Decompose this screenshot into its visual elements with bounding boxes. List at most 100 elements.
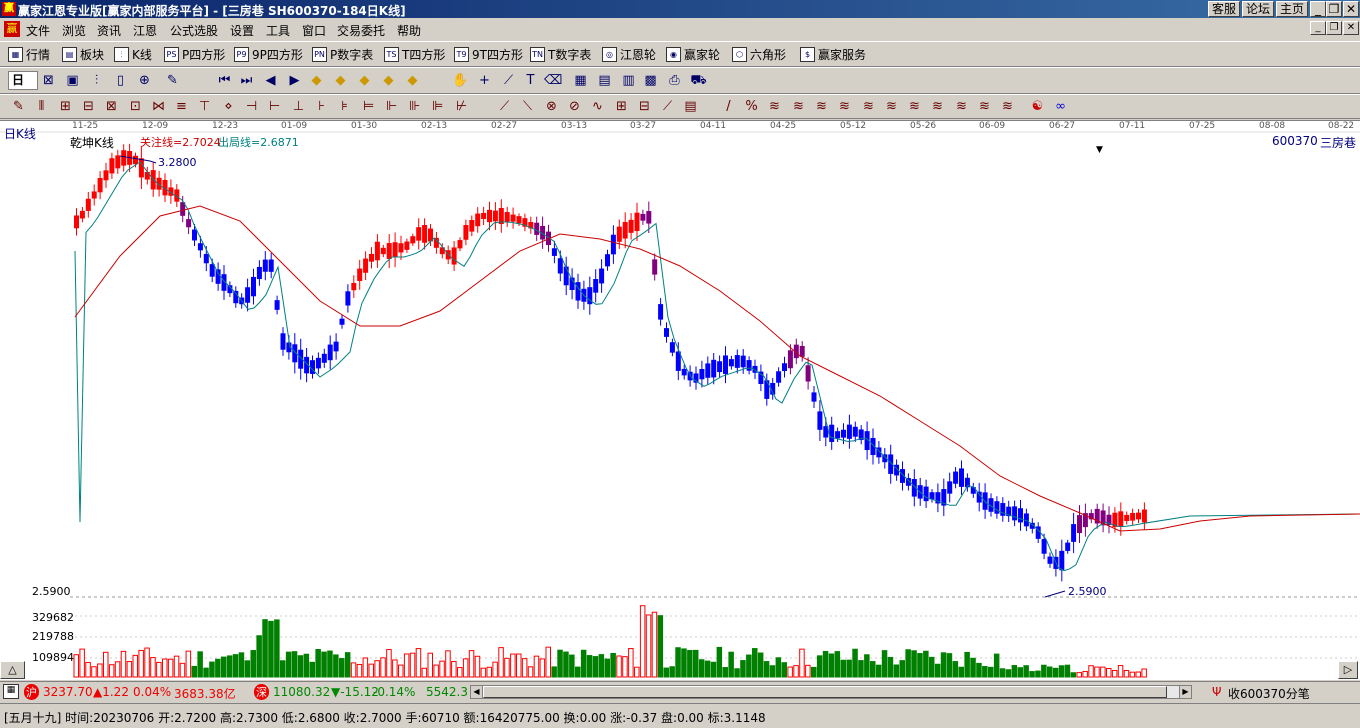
tools9-icon[interactable]: ⊢: [266, 98, 283, 115]
fib7-icon[interactable]: ≋: [906, 98, 923, 115]
menu-file[interactable]: 文件: [26, 22, 50, 39]
fib-icon[interactable]: ≋: [766, 98, 783, 115]
hand-icon[interactable]: ✋: [452, 72, 469, 89]
grid3-icon[interactable]: ⊟: [636, 98, 653, 115]
tools16-icon[interactable]: ⊫: [429, 98, 446, 115]
wave-icon[interactable]: ∿: [589, 98, 606, 115]
toolbar-9p-square-button[interactable]: P9 9P四方形: [234, 46, 303, 63]
tools15-icon[interactable]: ⊪: [406, 98, 423, 115]
mdi-close-icon[interactable]: ✕: [1343, 21, 1359, 35]
box-icon[interactable]: ⊗: [543, 98, 560, 115]
menu-help[interactable]: 帮助: [397, 22, 421, 39]
kline-style-icon[interactable]: ⫶: [88, 72, 105, 89]
tools12-icon[interactable]: ⊧: [336, 98, 353, 115]
tools14-icon[interactable]: ⊩: [383, 98, 400, 115]
diamond5-icon[interactable]: ◆: [404, 72, 421, 89]
toolbar-p-square-button[interactable]: PS P四方形: [164, 46, 225, 63]
fib2-icon[interactable]: ≋: [790, 98, 807, 115]
diamond2-icon[interactable]: ◆: [332, 72, 349, 89]
menu-gann[interactable]: 江恩: [133, 22, 157, 39]
fib4-icon[interactable]: ≋: [836, 98, 853, 115]
next-icon[interactable]: ▶: [286, 72, 303, 89]
tools13-icon[interactable]: ⊨: [360, 98, 377, 115]
eraser-icon[interactable]: ⌫: [544, 72, 562, 89]
menu-trade[interactable]: 交易委托: [337, 22, 385, 39]
sketch-icon[interactable]: ✎: [164, 72, 181, 89]
period-select[interactable]: 日: [8, 71, 38, 90]
infinity-icon[interactable]: ∞: [1052, 98, 1069, 115]
first-icon[interactable]: ⏮: [216, 72, 233, 89]
menu-browse[interactable]: 浏览: [62, 22, 86, 39]
sh-index[interactable]: 3237.70: [43, 685, 93, 699]
toolbar-gann-wheel-button[interactable]: ◎ 江恩轮: [602, 46, 656, 63]
calc-icon[interactable]: ▦: [3, 684, 19, 699]
table-icon[interactable]: ▤: [682, 98, 699, 115]
toolbar-sector-button[interactable]: ▤ 板块: [62, 46, 104, 63]
toolbar-9t-square-button[interactable]: T9 9T四方形: [454, 46, 523, 63]
crosshair-icon[interactable]: ⊕: [136, 72, 153, 89]
prev-icon[interactable]: ◀: [262, 72, 279, 89]
toolbar-hexagon-button[interactable]: ⬡ 六角形: [732, 46, 786, 63]
tools3-icon[interactable]: ⊠: [103, 98, 120, 115]
scroll-left-icon[interactable]: ◀: [471, 686, 483, 698]
tools2-icon[interactable]: ⊟: [80, 98, 97, 115]
menu-settings[interactable]: 设置: [230, 22, 254, 39]
fan-icon[interactable]: ⟋: [496, 98, 513, 115]
fib8-icon[interactable]: ≋: [929, 98, 946, 115]
dropdown-arrow-icon[interactable]: ▼: [1096, 145, 1103, 155]
menu-formula[interactable]: 公式选股: [170, 22, 218, 39]
cross-icon[interactable]: +: [476, 72, 493, 89]
tools17-icon[interactable]: ⊬: [453, 98, 470, 115]
last-icon[interactable]: ⏭: [238, 72, 255, 89]
percent-icon[interactable]: %: [743, 98, 760, 115]
toolbar-t-number-table-button[interactable]: TN T数字表: [530, 46, 591, 63]
plate-icon[interactable]: ▣: [64, 72, 81, 89]
toolbar-winner-wheel-button[interactable]: ◉ 赢家轮: [666, 46, 720, 63]
ticker-scrollbar[interactable]: ◀ ▶: [470, 685, 1192, 699]
diamond3-icon[interactable]: ◆: [356, 72, 373, 89]
tools5-icon[interactable]: ⋈: [150, 98, 167, 115]
toolbar-market-button[interactable]: ▦ 行情: [8, 46, 50, 63]
yinyang-icon[interactable]: ☯: [1029, 98, 1046, 115]
tools6-icon[interactable]: ⊤: [196, 98, 213, 115]
grid2-icon[interactable]: ⊞: [613, 98, 630, 115]
doc-icon[interactable]: 赢: [4, 21, 20, 37]
calendar-icon[interactable]: ▦: [572, 72, 589, 89]
fib9-icon[interactable]: ≋: [953, 98, 970, 115]
sz-index[interactable]: 11080.32: [273, 685, 330, 699]
toolbar-t-square-button[interactable]: TS T四方形: [384, 46, 445, 63]
mdi-minimize-icon[interactable]: _: [1310, 21, 1326, 35]
scroll-thumb[interactable]: [483, 686, 1167, 698]
tick-icon[interactable]: ▯: [112, 72, 129, 89]
zoom-up-icon[interactable]: △: [0, 661, 25, 679]
fib5-icon[interactable]: ≋: [860, 98, 877, 115]
scroll-right-icon[interactable]: ▷: [1338, 661, 1358, 679]
tools11-icon[interactable]: ⊦: [313, 98, 330, 115]
draw-icon[interactable]: ⟋: [500, 72, 517, 89]
diag-icon[interactable]: ⟋: [659, 98, 676, 115]
fib11-icon[interactable]: ≋: [999, 98, 1016, 115]
grid-icon[interactable]: ▥: [620, 72, 637, 89]
mdi-restore-icon[interactable]: ❐: [1326, 21, 1342, 35]
toolbar-p-number-table-button[interactable]: PN P数字表: [312, 46, 373, 63]
close-icon[interactable]: ✕: [1343, 1, 1359, 17]
fib3-icon[interactable]: ≋: [813, 98, 830, 115]
truck-icon[interactable]: ⛟: [690, 72, 707, 89]
tools7-icon[interactable]: ⋄: [220, 98, 237, 115]
calc-icon[interactable]: ▤: [596, 72, 613, 89]
circle-icon[interactable]: ≡: [173, 98, 190, 115]
tools10-icon[interactable]: ⊥: [290, 98, 307, 115]
scroll-right-small-icon[interactable]: ▶: [1179, 686, 1191, 698]
minimize-icon[interactable]: _: [1310, 1, 1326, 17]
line-icon[interactable]: ⊘: [566, 98, 583, 115]
home-button[interactable]: 主页: [1276, 1, 1308, 17]
service-button[interactable]: 客服: [1208, 1, 1240, 17]
menu-tools[interactable]: 工具: [266, 22, 290, 39]
toolbar-kline-button[interactable]: ⫶ K线: [114, 46, 152, 63]
toolbar-dollar-button[interactable]: $ 赢家服务: [800, 46, 866, 63]
print-icon[interactable]: ⎙: [666, 72, 683, 89]
text-icon[interactable]: T: [522, 72, 539, 89]
slash-icon[interactable]: /: [720, 98, 737, 115]
tools4-icon[interactable]: ⊡: [127, 98, 144, 115]
forum-button[interactable]: 论坛: [1242, 1, 1274, 17]
